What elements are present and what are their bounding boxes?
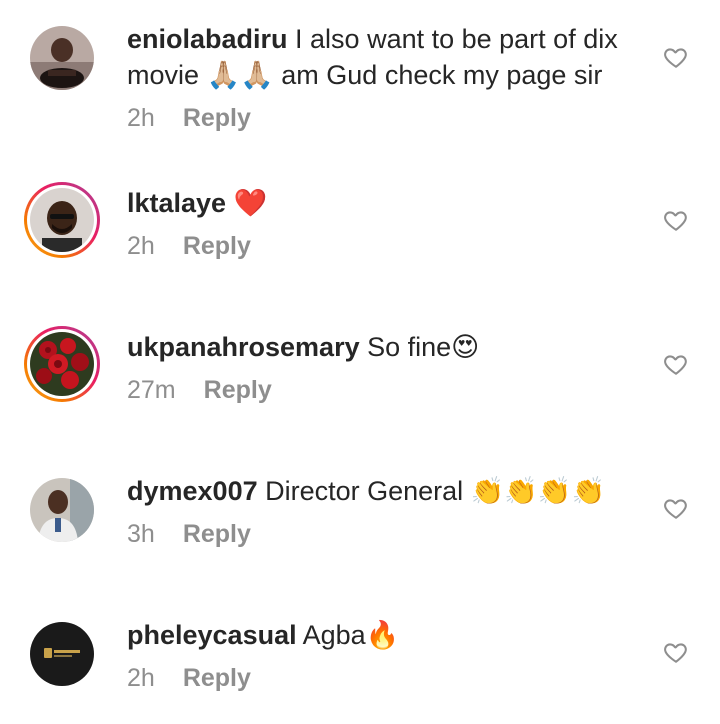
reply-button[interactable]: Reply — [183, 520, 251, 548]
comment-text: ukpanahrosemary So fine😍 — [127, 332, 480, 363]
praying-hands-emoji: 🙏🏼🙏🏼 — [206, 60, 274, 91]
timestamp: 2h — [127, 664, 155, 692]
comment-meta: 2h Reply — [127, 231, 251, 261]
heart-outline-icon[interactable] — [663, 351, 689, 377]
profile-photo-roses — [30, 332, 94, 396]
clapping-hands-emoji: 👏👏👏👏 — [470, 476, 606, 507]
comment-text: dymex007 Director General 👏👏👏👏 — [127, 476, 606, 507]
comment-text: pheleycasual Agba🔥 — [127, 620, 400, 651]
profile-photo — [30, 188, 94, 252]
heart-outline-icon[interactable] — [663, 207, 689, 233]
brand-logo — [30, 622, 94, 686]
username[interactable]: eniolabadiru — [127, 24, 288, 54]
fire-emoji: 🔥 — [365, 620, 400, 651]
comment-text-continued: movie 🙏🏼🙏🏼 am Gud check my page sir — [127, 60, 603, 91]
comment-text: eniolabadiru I also want to be part of d… — [127, 24, 618, 54]
comment-meta: 2h Reply — [127, 103, 251, 133]
avatar[interactable] — [24, 472, 100, 548]
timestamp: 2h — [127, 104, 155, 132]
username[interactable]: lktalaye — [127, 188, 226, 218]
reply-button[interactable]: Reply — [183, 664, 251, 692]
comment-meta: 3h Reply — [127, 519, 251, 549]
profile-photo — [30, 478, 94, 542]
heart-outline-icon[interactable] — [663, 44, 689, 70]
timestamp: 27m — [127, 376, 176, 404]
profile-photo — [30, 26, 94, 90]
avatar[interactable] — [24, 616, 100, 692]
timestamp: 2h — [127, 232, 155, 260]
red-heart-emoji: ❤️ — [233, 188, 268, 219]
comment-meta: 2h Reply — [127, 663, 251, 693]
reply-button[interactable]: Reply — [183, 232, 251, 260]
username[interactable]: dymex007 — [127, 476, 258, 506]
avatar[interactable] — [24, 20, 100, 96]
comment-text: lktalaye ❤️ — [127, 185, 267, 222]
comment-meta: 27m Reply — [127, 375, 272, 405]
reply-button[interactable]: Reply — [183, 104, 251, 132]
username[interactable]: pheleycasual — [127, 620, 297, 650]
heart-outline-icon[interactable] — [663, 495, 689, 521]
avatar-story-ring[interactable] — [24, 182, 100, 258]
heart-outline-icon[interactable] — [663, 639, 689, 665]
avatar-story-ring[interactable] — [24, 326, 100, 402]
timestamp: 3h — [127, 520, 155, 548]
reply-button[interactable]: Reply — [204, 376, 272, 404]
username[interactable]: ukpanahrosemary — [127, 332, 360, 362]
heart-eyes-emoji: 😍 — [451, 332, 480, 363]
